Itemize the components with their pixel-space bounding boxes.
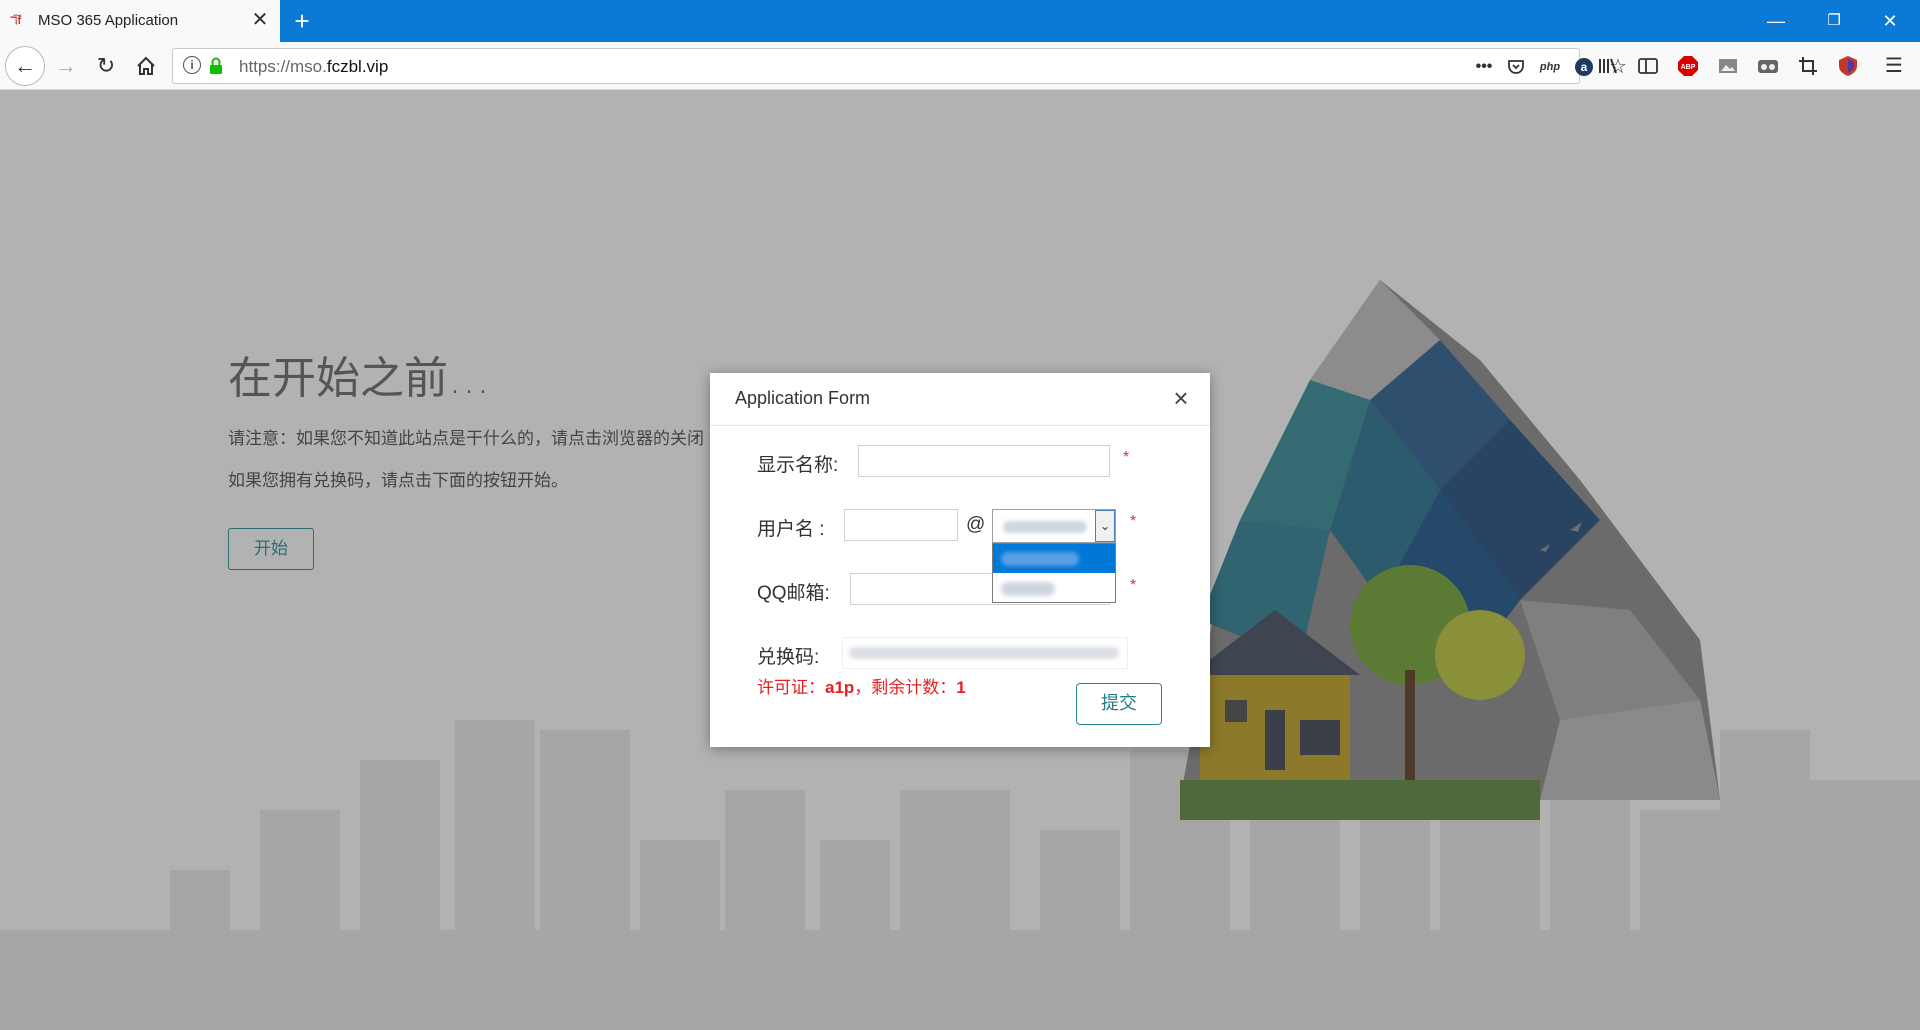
site-favicon-icon: ℸ͠f (10, 15, 22, 27)
php-extension-icon[interactable]: php (1537, 54, 1563, 80)
dialog-header: Application Form × (710, 373, 1210, 426)
page-headline: 在开始之前... (228, 353, 490, 404)
domain-selected-value-redacted (1003, 521, 1087, 533)
qq-email-label: QQ邮箱: (757, 583, 830, 604)
license-status: 许可证：a1p，剩余计数：1 (757, 678, 966, 697)
domain-select[interactable]: ⌄ (992, 509, 1116, 543)
restore-icon[interactable]: ❐ (1814, 8, 1854, 34)
new-tab-icon[interactable]: + (287, 6, 317, 36)
info-icon[interactable]: i (183, 56, 201, 74)
redeem-code-input[interactable] (842, 637, 1128, 669)
home-icon[interactable] (128, 48, 164, 84)
username-required-mark: * (1130, 513, 1137, 530)
reload-icon[interactable]: ↻ (88, 48, 124, 84)
domain-dropdown-list (992, 543, 1116, 603)
privacy-badger-icon[interactable] (1834, 52, 1862, 80)
redeem-code-label: 兑换码: (757, 647, 820, 668)
tab-close-icon[interactable]: ✕ (250, 8, 270, 32)
url-text: https://mso.fczbl.vip (239, 57, 389, 76)
domain-option-selected[interactable] (993, 544, 1115, 573)
back-icon[interactable]: ← (5, 46, 45, 86)
minimize-icon[interactable]: — (1756, 8, 1796, 34)
pocket-icon[interactable] (1503, 54, 1529, 80)
lock-icon[interactable] (209, 57, 223, 74)
redeem-code-redacted (849, 647, 1119, 659)
address-bar[interactable]: i https://mso.fczbl.vip ••• php a ☆ (172, 48, 1627, 84)
mountain-house-illustration (1180, 280, 1720, 820)
page-actions-icon[interactable]: ••• (1471, 54, 1497, 80)
display-name-input[interactable] (858, 445, 1110, 477)
instruction-text: 如果您拥有兑换码，请点击下面的按钮开始。 (228, 471, 568, 490)
notice-text: 请注意：如果您不知道此站点是干什么的，请点击浏览器的关闭 (228, 429, 704, 448)
image-extension-icon[interactable] (1714, 52, 1742, 80)
svg-text:ABP: ABP (1681, 64, 1696, 71)
sidebar-icon[interactable] (1634, 52, 1662, 80)
username-label: 用户名 : (757, 519, 825, 540)
tab-strip: ℸ͠f MSO 365 Application ✕ + — ❐ ✕ (0, 0, 1920, 42)
window-close-icon[interactable]: ✕ (1870, 8, 1910, 34)
qq-email-required-mark: * (1130, 577, 1137, 594)
chevron-down-icon[interactable]: ⌄ (1095, 510, 1115, 542)
submit-button[interactable]: 提交 (1076, 683, 1162, 725)
domain-option-redacted (1001, 552, 1079, 566)
start-button[interactable]: 开始 (228, 528, 314, 570)
forward-icon[interactable]: → (48, 48, 84, 84)
svg-text:a: a (1581, 60, 1588, 74)
tab-title: MSO 365 Application (38, 12, 179, 29)
browser-tab[interactable]: ℸ͠f MSO 365 Application ✕ (0, 0, 280, 42)
username-input[interactable] (844, 509, 958, 541)
domain-option[interactable] (993, 573, 1115, 602)
domain-option-redacted (1001, 582, 1055, 596)
crop-screenshot-icon[interactable] (1794, 52, 1822, 80)
library-icon[interactable] (1594, 52, 1622, 80)
at-sign: @ (966, 514, 986, 535)
menu-hamburger-icon[interactable]: ☰ (1880, 52, 1908, 80)
containers-icon[interactable] (1754, 52, 1782, 80)
dialog-title: Application Form (735, 388, 871, 408)
display-name-required-mark: * (1123, 449, 1130, 466)
nav-bar: ← → ↻ i https://mso.fczbl.vip ••• php a … (0, 42, 1920, 90)
dialog-close-icon[interactable]: × (1168, 385, 1194, 411)
adblock-icon[interactable]: ABP (1674, 52, 1702, 80)
display-name-label: 显示名称: (757, 455, 839, 476)
application-form-dialog: Application Form × 显示名称: * 用户名 : @ ⌄ * Q… (710, 373, 1210, 747)
